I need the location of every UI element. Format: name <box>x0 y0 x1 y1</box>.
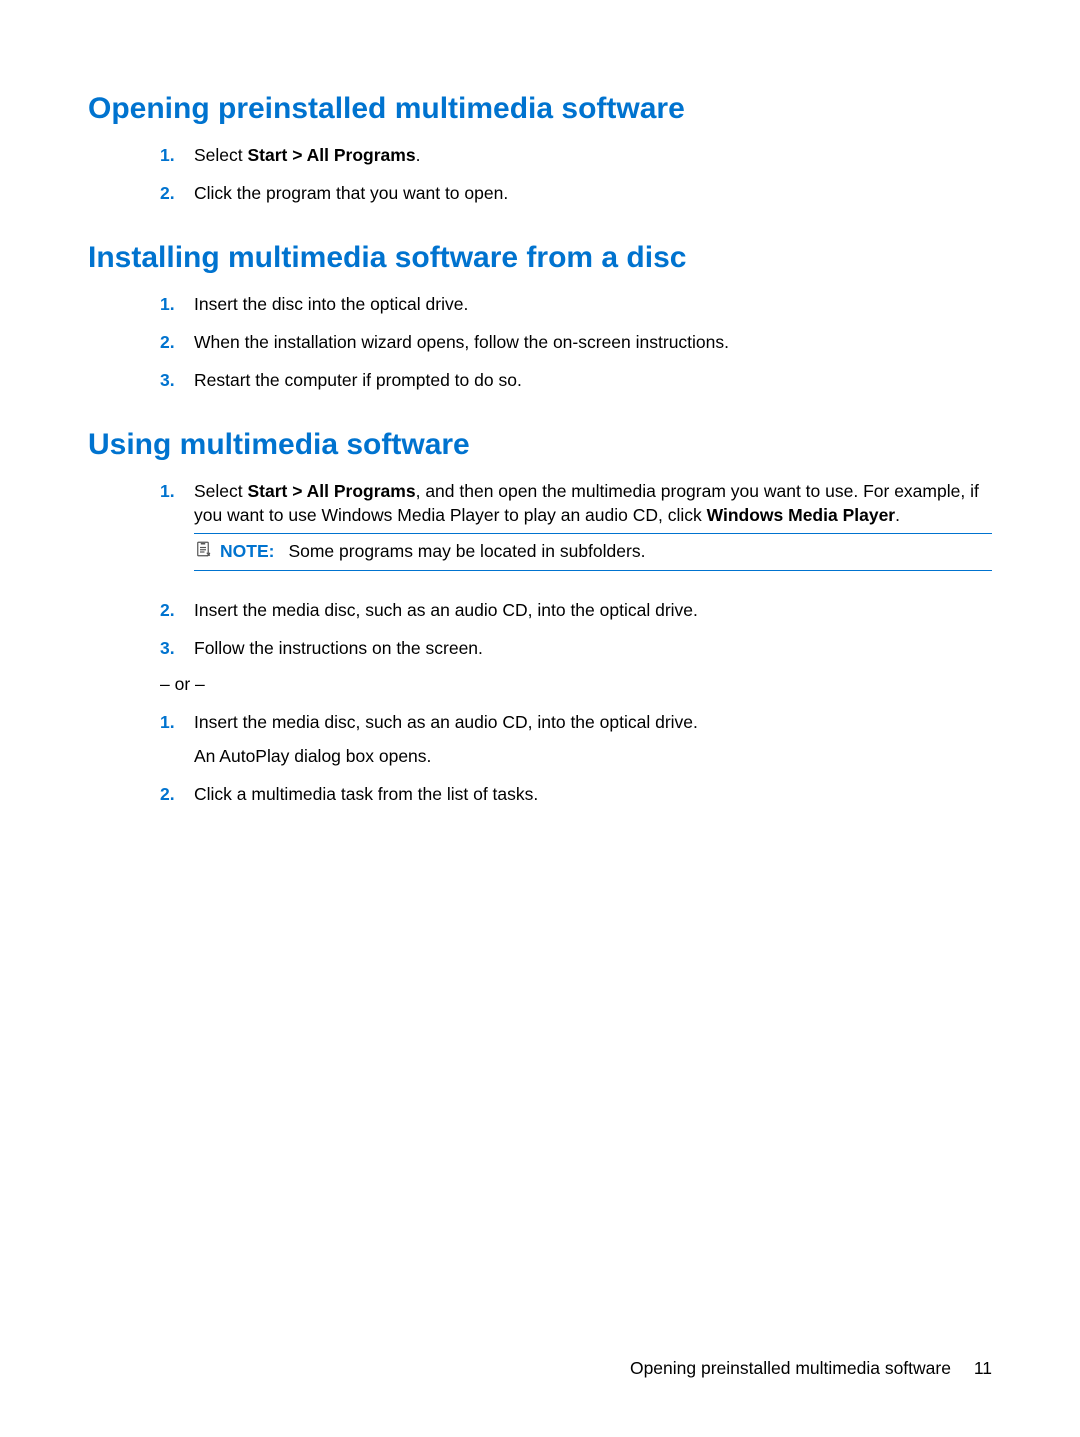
list-section3b: 1. Insert the media disc, such as an aud… <box>160 711 992 806</box>
note-icon <box>194 540 212 558</box>
list-text: Restart the computer if prompted to do s… <box>194 369 992 393</box>
list-number: 2. <box>160 331 194 355</box>
note-text: Some programs may be located in subfolde… <box>288 540 645 564</box>
footer-title: Opening preinstalled multimedia software <box>630 1358 951 1378</box>
note-box: NOTE: Some programs may be located in su… <box>194 533 992 571</box>
list-text: Select Start > All Programs. <box>194 144 992 168</box>
heading-installing-from-disc: Installing multimedia software from a di… <box>88 241 992 275</box>
list-number: 2. <box>160 599 194 623</box>
page-number: 11 <box>974 1358 992 1378</box>
list-text: Insert the media disc, such as an audio … <box>194 599 992 623</box>
list-text: Click a multimedia task from the list of… <box>194 783 992 807</box>
list-item: 2. Click a multimedia task from the list… <box>160 783 992 807</box>
list-section1: 1. Select Start > All Programs. 2. Click… <box>160 144 992 205</box>
list-item: 3. Follow the instructions on the screen… <box>160 637 992 661</box>
or-separator: – or – <box>160 674 992 695</box>
page-footer: Opening preinstalled multimedia software… <box>630 1358 992 1379</box>
list-number: 1. <box>160 293 194 317</box>
heading-opening-preinstalled: Opening preinstalled multimedia software <box>88 92 992 126</box>
list-number: 2. <box>160 182 194 206</box>
list-section2: 1. Insert the disc into the optical driv… <box>160 293 992 392</box>
list-number: 1. <box>160 711 194 768</box>
note-label: NOTE: <box>220 540 274 564</box>
list-item: 1. Select Start > All Programs, and then… <box>160 480 992 585</box>
list-item: 1. Select Start > All Programs. <box>160 144 992 168</box>
list-number: 3. <box>160 369 194 393</box>
list-item: 3. Restart the computer if prompted to d… <box>160 369 992 393</box>
list-text: Select Start > All Programs, and then op… <box>194 480 992 585</box>
list-subtext: An AutoPlay dialog box opens. <box>194 745 992 769</box>
list-text: Follow the instructions on the screen. <box>194 637 992 661</box>
list-section3a: 1. Select Start > All Programs, and then… <box>160 480 992 660</box>
list-item: 1. Insert the disc into the optical driv… <box>160 293 992 317</box>
list-text: Insert the disc into the optical drive. <box>194 293 992 317</box>
heading-using-multimedia: Using multimedia software <box>88 428 992 462</box>
list-text: Click the program that you want to open. <box>194 182 992 206</box>
list-item: 2. When the installation wizard opens, f… <box>160 331 992 355</box>
list-item: 1. Insert the media disc, such as an aud… <box>160 711 992 768</box>
list-text: Insert the media disc, such as an audio … <box>194 711 992 768</box>
list-number: 2. <box>160 783 194 807</box>
list-number: 3. <box>160 637 194 661</box>
list-item: 2. Click the program that you want to op… <box>160 182 992 206</box>
list-number: 1. <box>160 480 194 585</box>
list-number: 1. <box>160 144 194 168</box>
list-item: 2. Insert the media disc, such as an aud… <box>160 599 992 623</box>
list-text: When the installation wizard opens, foll… <box>194 331 992 355</box>
